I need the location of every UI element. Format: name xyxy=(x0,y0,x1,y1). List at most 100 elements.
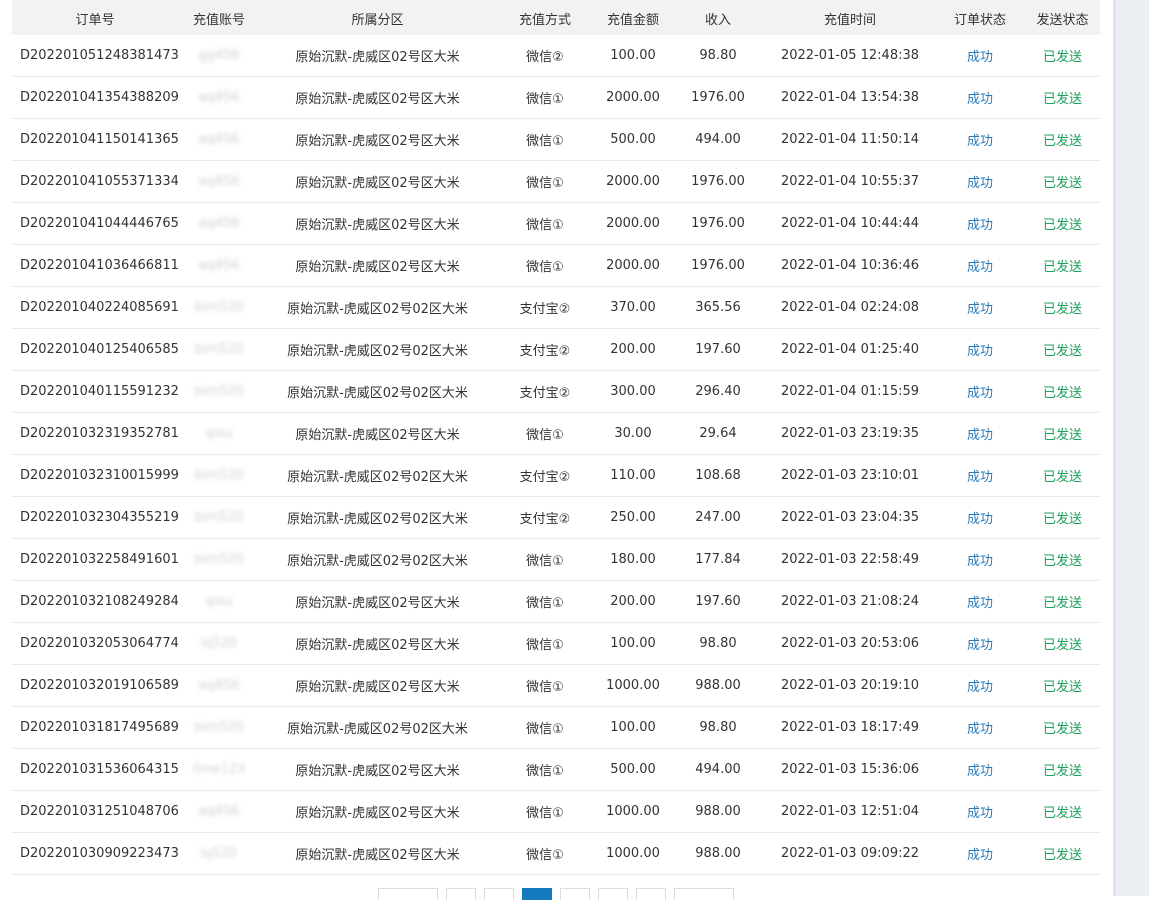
payment-method-cell: 微信① xyxy=(495,790,595,833)
time-cell: 2022-01-03 15:36:06 xyxy=(765,748,935,791)
income-cell: 988.00 xyxy=(671,664,765,707)
sent-status-cell: 已发送 xyxy=(1025,580,1100,623)
sent-status-cell: 已发送 xyxy=(1025,370,1100,413)
order-id-cell: D2022010413543882099 xyxy=(12,76,178,119)
order-id-cell: D2022010401254065852 xyxy=(12,328,178,371)
payment-method-cell: 微信① xyxy=(495,538,595,581)
payment-method-cell: 微信① xyxy=(495,160,595,203)
account-cell: bim520 xyxy=(178,454,260,497)
payment-method-cell: 支付宝② xyxy=(495,370,595,413)
order-status-link[interactable]: 成功 xyxy=(935,118,1025,161)
zone-cell: 原始沉默-虎威区02号02区大米 xyxy=(260,370,495,413)
masked-account: bim520 xyxy=(194,510,244,525)
income-cell: 247.00 xyxy=(671,496,765,539)
account-cell: aq456 xyxy=(178,118,260,161)
zone-cell: 原始沉默-虎威区02号区大米 xyxy=(260,832,495,875)
order-status-link[interactable]: 成功 xyxy=(935,244,1025,287)
income-cell: 988.00 xyxy=(671,832,765,875)
table-row: D2022010401155912322 bim520 原始沉默-虎威区02号02区… xyxy=(12,370,1100,413)
sent-status-cell: 已发送 xyxy=(1025,202,1100,245)
order-status-link[interactable]: 成功 xyxy=(935,706,1025,749)
income-cell: 98.80 xyxy=(671,706,765,749)
income-cell: 29.64 xyxy=(671,412,765,455)
table-row: D2022010322584916015 bim520 原始沉默-虎威区02号02区… xyxy=(12,538,1100,581)
masked-account: qiou xyxy=(204,594,234,609)
table-body: D2022010512483814739 gg456 原始沉默-虎威区02号区大米微… xyxy=(12,35,1100,875)
pager-next-button[interactable] xyxy=(674,888,734,900)
payment-method-cell: 微信① xyxy=(495,622,595,665)
table-row: D2022010315360643150 lime123 原始沉默-虎威区02号区大… xyxy=(12,748,1100,791)
amount-cell: 100.00 xyxy=(595,35,671,77)
order-id-cell: D2022010512483814739 xyxy=(12,35,178,77)
pager-prev-button[interactable] xyxy=(378,888,438,900)
order-status-link[interactable]: 成功 xyxy=(935,496,1025,539)
order-id-cell: D2022010320191065897 xyxy=(12,664,178,707)
payment-method-cell: 支付宝② xyxy=(495,496,595,539)
pager-page-5[interactable] xyxy=(598,888,628,900)
order-status-link[interactable]: 成功 xyxy=(935,748,1025,791)
masked-account: lq520 xyxy=(200,636,238,651)
masked-account: aq456 xyxy=(198,132,240,147)
masked-account: lime123 xyxy=(192,762,246,777)
pager-page-6[interactable] xyxy=(636,888,666,900)
table-row: D2022010323193527817 qiou 原始沉默-虎威区02号区大米 微信… xyxy=(12,412,1100,455)
income-cell: 98.80 xyxy=(671,622,765,665)
order-status-link[interactable]: 成功 xyxy=(935,454,1025,497)
amount-cell: 180.00 xyxy=(595,538,671,581)
income-cell: 988.00 xyxy=(671,790,765,833)
order-id-cell: D2022010411501413659 xyxy=(12,118,178,161)
sent-status-cell: 已发送 xyxy=(1025,790,1100,833)
order-status-link[interactable]: 成功 xyxy=(935,370,1025,413)
account-cell: gg456 xyxy=(178,35,260,77)
time-cell: 2022-01-04 10:55:37 xyxy=(765,160,935,203)
income-cell: 177.84 xyxy=(671,538,765,581)
order-status-link[interactable]: 成功 xyxy=(935,412,1025,455)
income-cell: 1976.00 xyxy=(671,76,765,119)
table-row: D2022010512483814739 gg456 原始沉默-虎威区02号区大米微… xyxy=(12,35,1100,77)
time-cell: 2022-01-04 11:50:14 xyxy=(765,118,935,161)
order-status-link[interactable]: 成功 xyxy=(935,622,1025,665)
zone-cell: 原始沉默-虎威区02号02区大米 xyxy=(260,706,495,749)
table-row: D2022010318174956899 bim520 原始沉默-虎威区02号02区… xyxy=(12,706,1100,749)
payment-method-cell: 微信① xyxy=(495,76,595,119)
zone-cell: 原始沉默-虎威区02号区大米 xyxy=(260,790,495,833)
header-time: 充值时间 xyxy=(765,0,935,35)
pager-page-1[interactable] xyxy=(446,888,476,900)
masked-account: aq456 xyxy=(198,174,240,189)
order-status-link[interactable]: 成功 xyxy=(935,580,1025,623)
order-status-link[interactable]: 成功 xyxy=(935,286,1025,329)
order-status-link[interactable]: 成功 xyxy=(935,160,1025,203)
payment-method-cell: 微信① xyxy=(495,244,595,287)
sent-status-cell: 已发送 xyxy=(1025,832,1100,875)
amount-cell: 1000.00 xyxy=(595,790,671,833)
table-row: D2022010411501413659 aq456 原始沉默-虎威区02号区大米微… xyxy=(12,118,1100,161)
table-row: D2022010312510487067 aq456 原始沉默-虎威区02号区大米微… xyxy=(12,790,1100,833)
table-header-row: 订单号 充值账号 所属分区 充值方式 充值金额 收入 充值时间 订单状态 发送状… xyxy=(12,0,1100,35)
zone-cell: 原始沉默-虎威区02号区大米 xyxy=(260,202,495,245)
sent-status-cell: 已发送 xyxy=(1025,286,1100,329)
order-status-link[interactable]: 成功 xyxy=(935,76,1025,119)
table-row: D2022010410553713348 aq456 原始沉默-虎威区02号区大米微… xyxy=(12,160,1100,203)
order-status-link[interactable]: 成功 xyxy=(935,35,1025,77)
order-id-cell: D2022010320530647741 xyxy=(12,622,178,665)
order-status-link[interactable]: 成功 xyxy=(935,832,1025,875)
account-cell: aq456 xyxy=(178,202,260,245)
pager-page-3[interactable] xyxy=(522,888,552,900)
order-status-link[interactable]: 成功 xyxy=(935,664,1025,707)
order-status-link[interactable]: 成功 xyxy=(935,790,1025,833)
account-cell: bim520 xyxy=(178,538,260,581)
order-status-link[interactable]: 成功 xyxy=(935,328,1025,371)
income-cell: 197.60 xyxy=(671,328,765,371)
order-id-cell: D2022010323193527817 xyxy=(12,412,178,455)
zone-cell: 原始沉默-虎威区02号区大米 xyxy=(260,412,495,455)
order-status-link[interactable]: 成功 xyxy=(935,538,1025,581)
sent-status-cell: 已发送 xyxy=(1025,706,1100,749)
pager-page-4[interactable] xyxy=(560,888,590,900)
pager-page-2[interactable] xyxy=(484,888,514,900)
masked-account: aq456 xyxy=(198,258,240,273)
order-status-link[interactable]: 成功 xyxy=(935,202,1025,245)
time-cell: 2022-01-03 18:17:49 xyxy=(765,706,935,749)
time-cell: 2022-01-03 23:19:35 xyxy=(765,412,935,455)
time-cell: 2022-01-04 01:25:40 xyxy=(765,328,935,371)
amount-cell: 100.00 xyxy=(595,706,671,749)
